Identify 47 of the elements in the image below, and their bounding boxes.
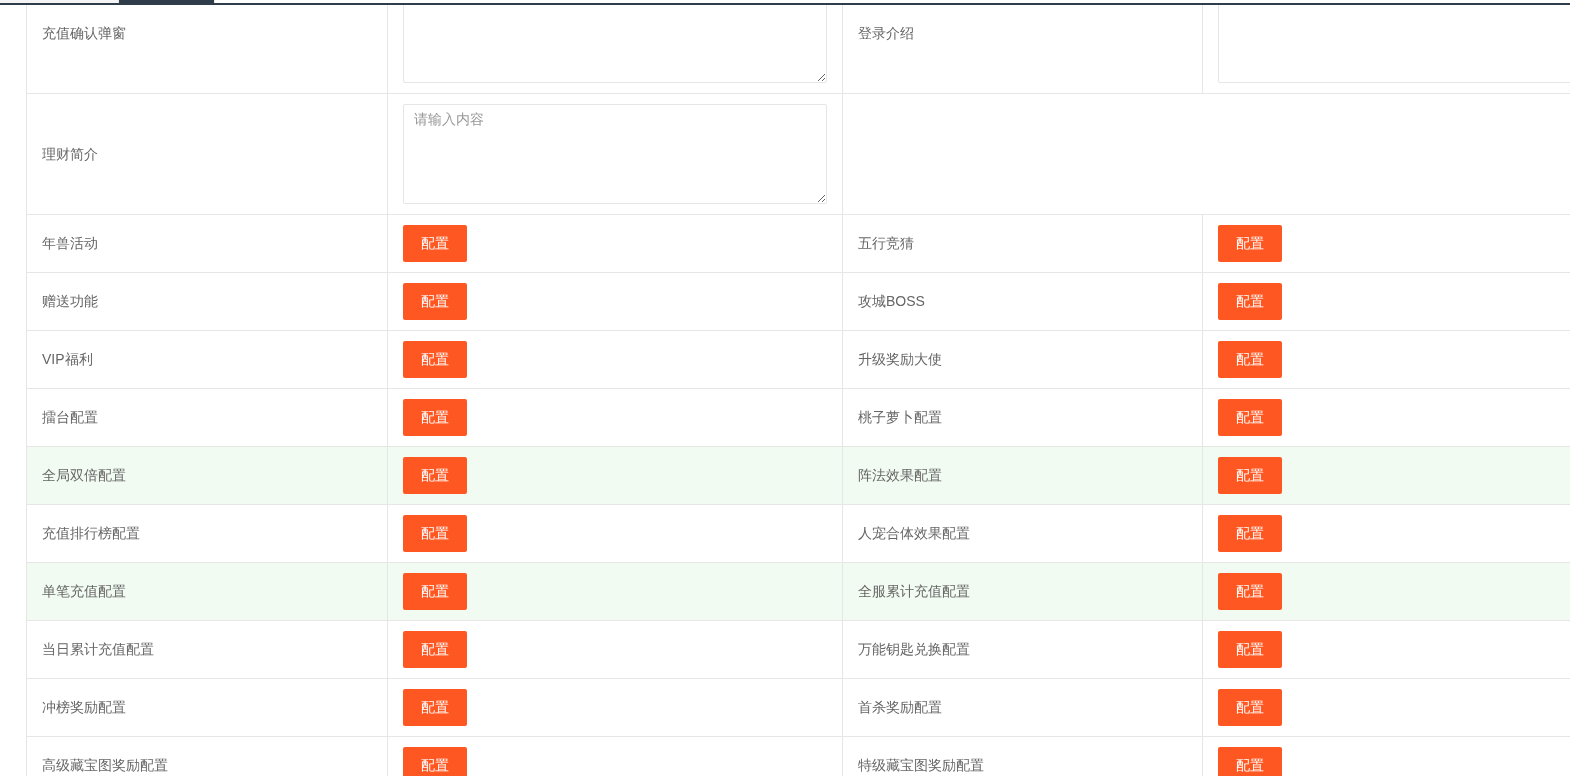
setting-label: 高级藏宝图奖励配置 — [42, 757, 168, 773]
setting-label: 万能钥匙兑换配置 — [858, 641, 970, 657]
tab-slot[interactable] — [0, 0, 119, 3]
configure-button[interactable]: 配置 — [1218, 747, 1282, 776]
configure-button[interactable]: 配置 — [403, 341, 467, 378]
setting-label: 全服累计充值配置 — [858, 583, 970, 599]
configure-button[interactable]: 配置 — [403, 631, 467, 668]
configure-button[interactable]: 配置 — [403, 457, 467, 494]
setting-label: 当日累计充值配置 — [42, 641, 154, 657]
setting-label: 升级奖励大使 — [858, 351, 942, 367]
setting-label: 首杀奖励配置 — [858, 699, 942, 715]
setting-label: 桃子萝卜配置 — [858, 409, 942, 425]
field-label: 登录介绍 — [858, 24, 914, 41]
setting-label: 攻城BOSS — [858, 293, 925, 309]
configure-button[interactable]: 配置 — [1218, 631, 1282, 668]
configure-button[interactable]: 配置 — [1218, 399, 1282, 436]
setting-label: VIP福利 — [42, 351, 93, 367]
setting-label: 阵法效果配置 — [858, 467, 942, 483]
configure-button[interactable]: 配置 — [403, 747, 467, 776]
text-area[interactable] — [1218, 5, 1570, 83]
configure-button[interactable]: 配置 — [1218, 341, 1282, 378]
configure-button[interactable]: 配置 — [403, 225, 467, 262]
setting-label: 特级藏宝图奖励配置 — [858, 757, 984, 773]
field-label: 理财简介 — [42, 145, 98, 162]
configure-button[interactable]: 配置 — [1218, 225, 1282, 262]
configure-button[interactable]: 配置 — [1218, 515, 1282, 552]
text-area[interactable] — [403, 5, 827, 83]
setting-label: 冲榜奖励配置 — [42, 699, 126, 715]
field-label: 充值确认弹窗 — [42, 24, 126, 41]
configure-button[interactable]: 配置 — [1218, 283, 1282, 320]
configure-button[interactable]: 配置 — [403, 283, 467, 320]
configure-button[interactable]: 配置 — [403, 399, 467, 436]
text-area[interactable]: 请输入内容 — [403, 104, 827, 204]
configure-button[interactable]: 配置 — [403, 573, 467, 610]
setting-label: 单笔充值配置 — [42, 583, 126, 599]
configure-button[interactable]: 配置 — [403, 689, 467, 726]
setting-label: 充值排行榜配置 — [42, 525, 140, 541]
configure-button[interactable]: 配置 — [1218, 457, 1282, 494]
setting-label: 赠送功能 — [42, 293, 98, 309]
configure-button[interactable]: 配置 — [1218, 689, 1282, 726]
setting-label: 年兽活动 — [42, 235, 98, 251]
configure-button[interactable]: 配置 — [1218, 573, 1282, 610]
setting-label: 全局双倍配置 — [42, 467, 126, 483]
configure-button[interactable]: 配置 — [403, 515, 467, 552]
setting-label: 擂台配置 — [42, 409, 98, 425]
setting-label: 人宠合体效果配置 — [858, 525, 970, 541]
setting-label: 五行竞猜 — [858, 235, 914, 251]
